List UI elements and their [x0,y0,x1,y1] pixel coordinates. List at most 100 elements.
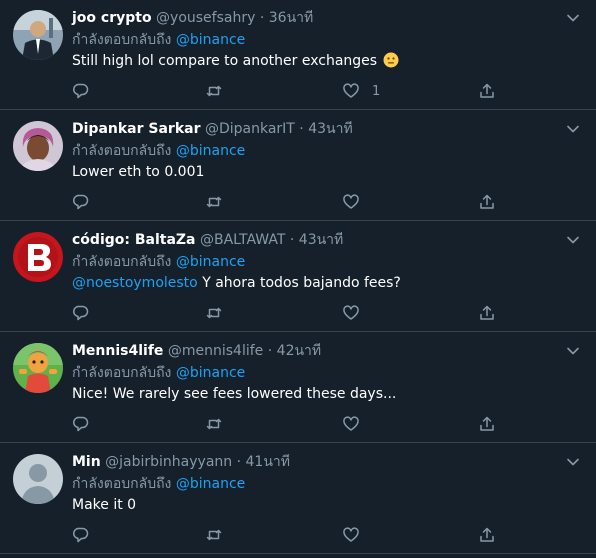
tweet-actions [72,302,502,324]
user-handle[interactable]: @BALTAWAT [200,232,285,248]
timestamp[interactable]: 41นาที [246,454,290,470]
like-count: 1 [372,83,381,99]
reply-feed: joo crypto @yousefsahry · 36นาที กำลังตอ… [0,0,596,558]
tweet[interactable]: código: BaltaZa @BALTAWAT · 43นาที กำลัง… [0,222,596,332]
tweet-body: Still high lol compare to another exchan… [72,53,378,69]
retweet-icon [206,196,222,208]
tweet-text: Nice! We rarely see fees lowered these d… [72,385,396,404]
tweet-mention[interactable]: @noestoymolesto [72,275,198,291]
avatar[interactable] [13,10,63,60]
tweet-header: Min @jabirbinhayyann · 41นาที [72,453,556,472]
tweet[interactable]: joo crypto @yousefsahry · 36นาที กำลังตอ… [0,0,596,110]
user-handle[interactable]: @jabirbinhayyann [105,454,232,470]
share-button[interactable] [478,80,496,102]
tweet-body: Y ahora todos bajando fees? [197,275,401,291]
replying-to-mention[interactable]: @binance [176,365,245,381]
retweet-button[interactable] [205,524,223,546]
share-button[interactable] [478,191,496,213]
retweet-button[interactable] [205,191,223,213]
share-button[interactable] [478,524,496,546]
share-icon [480,527,494,542]
user-handle[interactable]: @DipankarIT [205,121,295,137]
chevron-down-icon[interactable] [566,11,580,25]
heart-icon [343,194,359,209]
like-button[interactable] [342,191,372,213]
separator: · [289,232,295,248]
tweet-actions [72,413,502,435]
avatar[interactable] [13,343,63,393]
retweet-icon [206,307,222,319]
timestamp[interactable]: 43นาที [299,232,343,248]
tweet-body: Lower eth to 0.001 [72,164,205,180]
like-button[interactable] [342,524,372,546]
user-handle[interactable]: @mennis4life [168,343,263,359]
retweet-button[interactable] [205,302,223,324]
replying-to-mention[interactable]: @binance [176,143,245,159]
like-button[interactable]: 1 [342,80,380,102]
avatar[interactable] [13,454,63,504]
share-icon [480,305,494,320]
reply-icon [73,194,89,210]
display-name[interactable]: joo crypto [72,10,152,26]
timestamp[interactable]: 36นาที [269,10,313,26]
display-name[interactable]: Min [72,454,101,470]
tweet-text: Still high lol compare to another exchan… [72,52,399,71]
avatar[interactable] [13,121,63,171]
chevron-down-icon[interactable] [566,344,580,358]
chevron-down-icon[interactable] [566,455,580,469]
reply-icon [73,83,89,99]
share-icon [480,416,494,431]
replying-to: กำลังตอบกลับถึง @binance [72,364,245,383]
tweet-actions [72,191,502,213]
heart-icon [343,305,359,320]
replying-to-label: กำลังตอบกลับถึง [72,143,172,159]
share-icon [480,194,494,209]
tweet[interactable]: Mennis4life @mennis4life · 42นาที กำลังต… [0,333,596,443]
timestamp[interactable]: 42นาที [277,343,321,359]
replying-to-label: กำลังตอบกลับถึง [72,365,172,381]
display-name[interactable]: Dipankar Sarkar [72,121,201,137]
replying-to-label: กำลังตอบกลับถึง [72,254,172,270]
tweet-text: Make it 0 [72,496,136,515]
heart-icon [343,527,359,542]
tweet-actions: 1 [72,80,502,102]
timestamp[interactable]: 43นาที [308,121,352,137]
separator: · [236,454,242,470]
share-icon [480,83,494,98]
replying-to-mention[interactable]: @binance [176,32,245,48]
tweet[interactable]: Dipankar Sarkar @DipankarIT · 43นาที กำล… [0,111,596,221]
tweet-text: Lower eth to 0.001 [72,163,204,182]
share-button[interactable] [478,302,496,324]
reply-button[interactable] [72,524,90,546]
heart-icon [343,83,359,98]
user-handle[interactable]: @yousefsahry [156,10,255,26]
replying-to-mention[interactable]: @binance [176,476,245,492]
share-button[interactable] [478,413,496,435]
replying-to-label: กำลังตอบกลับถึง [72,32,172,48]
separator: · [267,343,273,359]
reply-button[interactable] [72,191,90,213]
tweet-actions [72,524,502,546]
display-name[interactable]: Mennis4life [72,343,163,359]
replying-to-mention[interactable]: @binance [176,254,245,270]
tweet-body: Nice! We rarely see fees lowered these d… [72,386,397,402]
reply-button[interactable] [72,413,90,435]
retweet-button[interactable] [205,413,223,435]
heart-icon [343,416,359,431]
chevron-down-icon[interactable] [566,233,580,247]
tweet-header: Dipankar Sarkar @DipankarIT · 43นาที [72,120,556,139]
chevron-down-icon[interactable] [566,122,580,136]
reply-button[interactable] [72,80,90,102]
like-button[interactable] [342,302,372,324]
reply-button[interactable] [72,302,90,324]
separator: · [299,121,304,137]
like-button[interactable] [342,413,372,435]
tweet[interactable]: Min @jabirbinhayyann · 41นาที กำลังตอบกล… [0,444,596,554]
replying-to: กำลังตอบกลับถึง @binance [72,253,245,272]
display-name[interactable]: código: BaltaZa [72,232,196,248]
avatar[interactable] [13,232,63,282]
reply-icon [73,416,89,432]
replying-to: กำลังตอบกลับถึง @binance [72,31,245,50]
retweet-button[interactable] [205,80,223,102]
reply-icon [73,527,89,543]
